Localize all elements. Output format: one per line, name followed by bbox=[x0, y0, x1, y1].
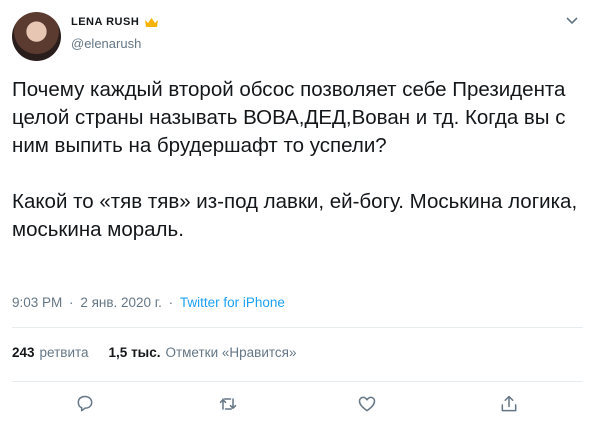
display-name[interactable]: LENA RUSH bbox=[71, 16, 139, 28]
meta-separator: · bbox=[69, 295, 74, 310]
tweet-date[interactable]: 2 янв. 2020 г. bbox=[80, 295, 162, 310]
tweet-time[interactable]: 9:03 PM bbox=[12, 295, 62, 310]
reply-icon bbox=[77, 395, 93, 412]
divider bbox=[12, 381, 583, 382]
chevron-down-icon[interactable] bbox=[565, 16, 579, 26]
retweet-button[interactable] bbox=[217, 393, 239, 415]
user-name-row: LENA RUSH bbox=[71, 16, 159, 28]
divider bbox=[12, 327, 583, 328]
avatar[interactable] bbox=[12, 12, 61, 61]
retweet-icon bbox=[219, 398, 237, 410]
tweet-text: Почему каждый второй обсос позволяет себ… bbox=[12, 78, 578, 241]
like-button[interactable] bbox=[356, 393, 378, 415]
share-button[interactable] bbox=[498, 393, 520, 415]
reply-button[interactable] bbox=[74, 393, 96, 415]
retweets-count[interactable]: 243 bbox=[12, 345, 35, 360]
heart-icon bbox=[358, 396, 376, 412]
share-icon bbox=[501, 395, 517, 412]
likes-count[interactable]: 1,5 тыс. bbox=[109, 345, 161, 360]
tweet-source-link[interactable]: Twitter for iPhone bbox=[180, 295, 285, 310]
crown-icon bbox=[145, 17, 159, 27]
meta-separator: · bbox=[168, 295, 174, 310]
tweet-meta: 9:03 PM · 2 янв. 2020 г. · Twitter for i… bbox=[12, 295, 285, 310]
retweets-label[interactable]: ретвита bbox=[40, 345, 89, 360]
user-handle[interactable]: @elenarush bbox=[71, 36, 141, 51]
tweet-stats: 243 ретвита 1,5 тыс. Отметки «Нравится» bbox=[12, 345, 296, 360]
likes-label[interactable]: Отметки «Нравится» bbox=[165, 345, 296, 360]
